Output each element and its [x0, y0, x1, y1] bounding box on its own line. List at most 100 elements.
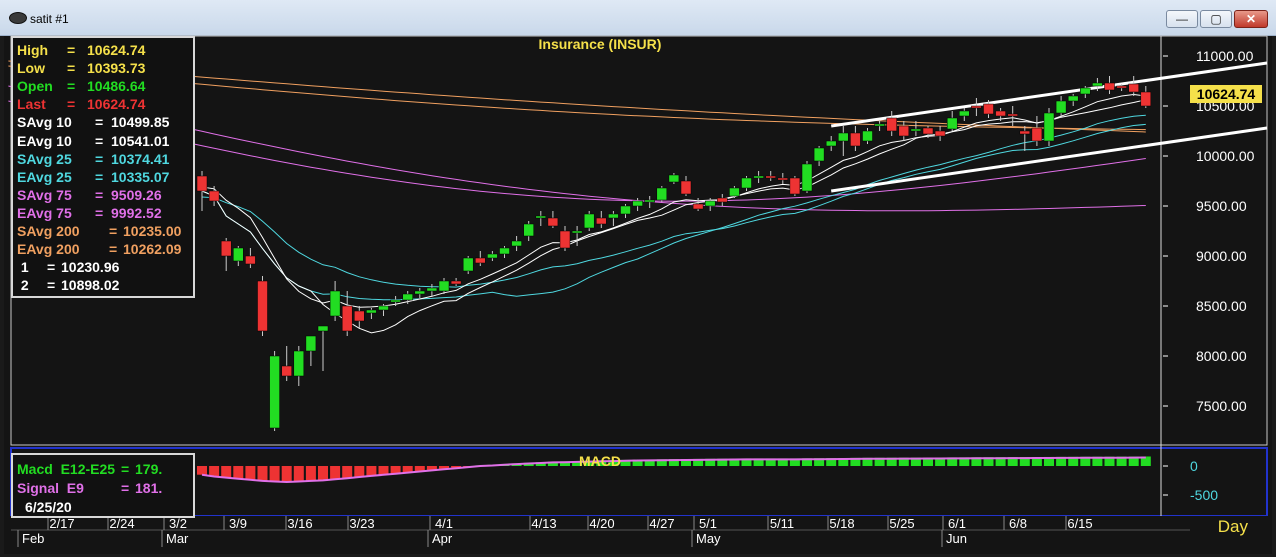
date-tick-label: 3/2	[169, 516, 187, 531]
month-label: May	[696, 531, 721, 546]
date-tick-label: 3/23	[349, 516, 374, 531]
candle-body	[620, 205, 631, 215]
candle-body	[995, 110, 1006, 117]
up-candle	[801, 161, 813, 193]
candle-body	[850, 132, 861, 147]
candle-body	[1128, 83, 1139, 93]
macd-bar	[245, 466, 256, 480]
macd-title: MACD	[579, 453, 621, 469]
legend-value: 10262.09	[123, 241, 182, 258]
legend-equals: =	[95, 168, 104, 185]
candle-body	[354, 310, 365, 322]
candle-body	[1092, 82, 1103, 87]
signal-label: Signal E9	[17, 480, 84, 496]
price-tick-label: 10000.00	[1196, 148, 1255, 164]
legend-equals: =	[95, 114, 104, 131]
macd-tick-label: 0	[1190, 458, 1198, 474]
candle-body	[390, 299, 401, 303]
macd-bar	[257, 466, 268, 482]
candle-body	[644, 199, 655, 203]
price-tick-label: 9000.00	[1196, 248, 1247, 264]
candle-body	[668, 174, 680, 183]
date-tick-label: 6/8	[1009, 516, 1027, 531]
legend-equals: =	[109, 223, 118, 239]
macd-bar	[197, 466, 207, 475]
legend-label: Open	[17, 78, 53, 95]
up-candle	[729, 186, 740, 198]
candle-body	[704, 200, 716, 207]
macd-bar	[221, 466, 232, 478]
candle-body	[813, 147, 825, 162]
macd-bar	[305, 466, 316, 482]
candle-body	[789, 177, 801, 195]
candle-body	[777, 177, 789, 181]
candle-body	[547, 217, 559, 227]
candle-body	[934, 130, 946, 137]
candle-body	[729, 187, 740, 197]
up-candle	[1043, 108, 1055, 146]
legend-value: 10335.07	[111, 168, 170, 185]
candle-body	[583, 213, 595, 229]
candle-body	[1104, 82, 1115, 91]
up-candle	[656, 186, 668, 202]
period-label[interactable]: Day	[1218, 517, 1249, 536]
candle-body	[1080, 87, 1091, 95]
last-price-label: 10624.74	[1197, 86, 1256, 102]
up-candle	[269, 351, 280, 431]
legend-value: 10499.85	[111, 114, 170, 131]
candle-body	[983, 103, 994, 115]
legend-value: 10541.01	[111, 132, 170, 149]
legend-label: SAvg 200	[17, 223, 80, 239]
legend-label: SAvg 25	[17, 150, 72, 167]
date-tick-label: 4/1	[435, 516, 453, 531]
candle-body	[608, 213, 619, 219]
candle-body	[632, 200, 643, 207]
date-tick-label: 3/9	[229, 516, 247, 531]
price-tick-label: 8500.00	[1196, 298, 1247, 314]
price-tick-label: 9500.00	[1196, 198, 1247, 214]
candle-body	[317, 325, 329, 332]
up-candle	[583, 211, 595, 231]
legend-value: 9509.26	[111, 186, 162, 203]
candle-body	[1007, 113, 1018, 117]
legend-value: 10898.02	[61, 277, 120, 294]
candle-body	[862, 130, 873, 142]
month-label: Mar	[166, 531, 189, 546]
candle-body	[450, 280, 462, 285]
candle-body	[208, 190, 220, 202]
candle-body	[257, 280, 268, 332]
candle-body	[220, 240, 232, 257]
candle-body	[1067, 95, 1079, 102]
candle-body	[475, 257, 486, 264]
candle-body	[293, 350, 305, 377]
legend-equals: =	[67, 96, 76, 113]
candle-body	[462, 257, 474, 272]
legend-value: 10624.74	[87, 42, 146, 58]
macd-bar	[342, 466, 353, 479]
candle-body	[378, 305, 389, 311]
month-label: Jun	[946, 531, 967, 546]
macd-value: 179.	[135, 461, 163, 477]
candle-body	[692, 203, 704, 210]
candle-body	[959, 110, 970, 117]
date-tick-label: 3/16	[287, 516, 312, 531]
candle-body	[874, 123, 885, 127]
legend-label: SAvg 10	[17, 114, 72, 131]
candle-body	[680, 180, 692, 195]
legend-label: Low	[17, 60, 45, 77]
candle-body	[971, 105, 982, 109]
date-tick-label: 5/25	[889, 516, 914, 531]
candle-body	[596, 217, 607, 225]
candle-body	[499, 247, 510, 255]
candle-body	[765, 175, 776, 179]
price-tick-label: 8000.00	[1196, 348, 1247, 364]
legend-panel: High = 10624.74 Low = 10393.73 Open = 10486.64 La…	[11, 36, 195, 298]
legend-equals: =	[95, 150, 104, 167]
candle-body	[753, 175, 764, 179]
legend-value: 10393.73	[87, 60, 146, 77]
legend-label: EAvg 10	[17, 132, 72, 149]
legend-value: 10624.74	[87, 96, 146, 113]
candle-body	[910, 128, 922, 132]
macd-bar	[354, 466, 365, 478]
candle-body	[559, 230, 571, 249]
